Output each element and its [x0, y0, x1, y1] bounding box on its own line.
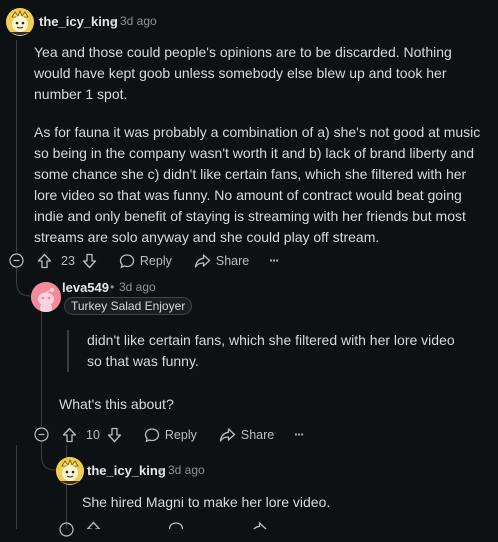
share-button[interactable]: Share [219, 427, 274, 443]
upvote-button[interactable] [62, 427, 77, 443]
vote-count: 10 [86, 428, 100, 442]
upvote-button[interactable] [37, 253, 52, 269]
downvote-icon [82, 253, 97, 269]
thread-line-root[interactable] [16, 40, 17, 252]
username[interactable]: the_icy_king [39, 14, 118, 29]
reply-button[interactable]: Reply [119, 253, 172, 269]
more-button[interactable]: ··· [294, 428, 304, 442]
action-row: 10 Reply Share ··· [62, 423, 305, 447]
reply-button[interactable] [168, 521, 184, 529]
share-button[interactable] [250, 521, 267, 529]
downvote-button[interactable] [82, 253, 97, 269]
collapse-button[interactable] [9, 253, 24, 268]
upvote-icon [37, 253, 52, 269]
thread-connector [16, 445, 17, 529]
share-button[interactable]: Share [194, 253, 249, 269]
king-avatar-icon [6, 8, 34, 36]
timestamp[interactable]: 3d ago [119, 280, 156, 294]
snoo-avatar-icon [31, 282, 61, 312]
more-icon: ··· [294, 428, 304, 442]
more-button[interactable]: ··· [269, 254, 279, 268]
collapse-button[interactable] [34, 427, 49, 442]
share-icon [219, 427, 236, 443]
avatar[interactable] [6, 8, 34, 36]
meta-separator: • [159, 463, 164, 477]
blockquote: didn't like certain fans, which she filt… [67, 330, 472, 372]
downvote-icon [107, 427, 122, 443]
reply-label: Reply [139, 254, 172, 268]
reply-label: Reply [164, 428, 197, 442]
vote-count: 23 [61, 254, 75, 268]
comment-text: What's this about? [59, 396, 174, 412]
upvote-icon [62, 427, 77, 443]
upvote-icon [86, 521, 101, 529]
reply-icon [144, 427, 160, 443]
collapse-button[interactable] [59, 522, 74, 537]
reply-icon [119, 253, 135, 269]
upvote-button[interactable] [86, 521, 101, 529]
timestamp[interactable]: 3d ago [168, 463, 205, 477]
share-label: Share [240, 428, 275, 442]
collapse-icon [59, 522, 74, 537]
action-row: 23 Reply Share ··· [37, 249, 280, 273]
downvote-button[interactable] [107, 427, 122, 443]
share-icon [194, 253, 211, 269]
meta-separator: • [111, 14, 116, 28]
collapse-icon [34, 427, 49, 442]
king-avatar-icon [56, 457, 84, 485]
meta-separator: • [110, 280, 115, 294]
comment-text: She hired Magni to make her lore video. [82, 494, 331, 510]
share-label: Share [215, 254, 250, 268]
username[interactable]: leva549 [62, 280, 109, 295]
reply-icon [168, 522, 184, 529]
username[interactable]: the_icy_king [87, 463, 166, 478]
reply-button[interactable]: Reply [144, 427, 197, 443]
comment-paragraph: Yea and those could people's opinions ar… [34, 44, 452, 102]
more-icon: ··· [269, 254, 279, 268]
avatar[interactable] [56, 457, 84, 485]
comment-paragraph: As for fauna it was probably a combinati… [34, 124, 481, 245]
collapse-icon [9, 253, 24, 268]
share-icon [253, 521, 267, 529]
avatar[interactable] [31, 282, 61, 312]
timestamp[interactable]: 3d ago [120, 14, 157, 28]
user-flair: Turkey Salad Enjoyer [64, 297, 193, 315]
thread-line-child[interactable] [41, 310, 42, 426]
